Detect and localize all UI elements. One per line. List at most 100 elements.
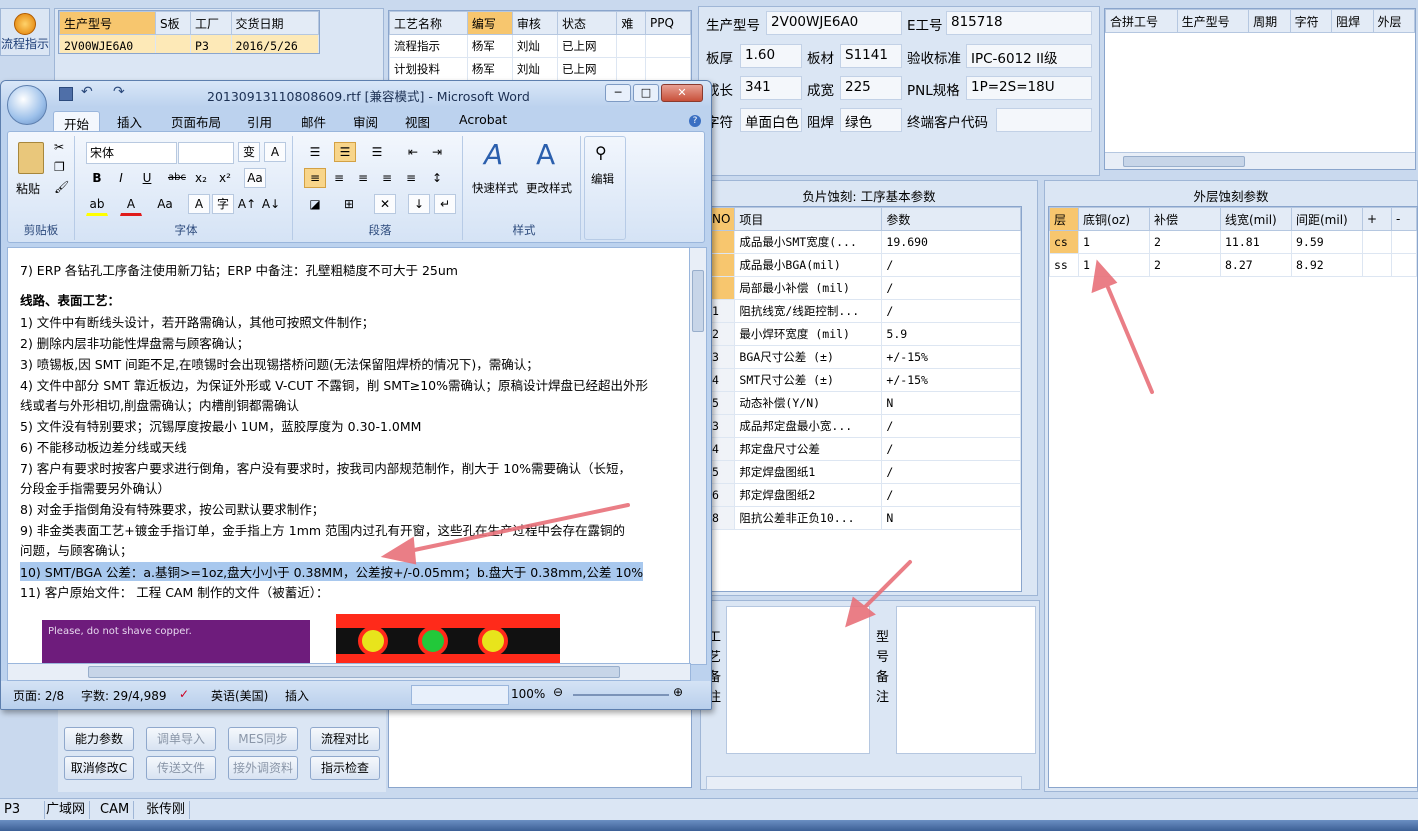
table-row[interactable]: 5 动态补偿(Y/N) N [707,391,1021,415]
font-name-select[interactable]: 宋体 [86,142,177,164]
table-row[interactable]: 1 阻抗线宽/线距控制... / [707,299,1021,323]
col-date[interactable]: 交货日期 [230,11,319,35]
document-page[interactable]: 7) ERP 各钻孔工序备注使用新刀钻；ERP 中备注：孔壁粗糙度不可大于 25… [7,247,691,665]
tab-acrobat[interactable]: Acrobat [459,112,507,127]
process-note-box[interactable] [726,606,870,754]
insert-mode[interactable]: 插入 [285,687,309,704]
help-icon[interactable]: ? [689,115,701,127]
sort-icon[interactable]: ↓ [408,194,430,214]
col-model[interactable]: 生产型号 [59,11,156,35]
page-count[interactable]: 页面: 2/8 [13,687,64,704]
borders-icon[interactable]: ⊞ [338,194,360,214]
minimize-button[interactable]: ─ [605,84,631,102]
bullets-icon[interactable]: ☰ [304,142,326,162]
table-row[interactable]: 成品最小SMT宽度(... 19.690 [707,230,1021,254]
horizontal-scrollbar[interactable] [7,663,691,681]
align-left-icon[interactable]: ≡ [304,168,326,188]
col-factory[interactable]: 工厂 [190,11,232,35]
tab-mailings[interactable]: 邮件 [301,112,326,131]
taskbar-user[interactable]: 张传刚 [142,801,191,819]
chinese-layout-icon[interactable]: ✕ [374,194,396,214]
superscript-icon[interactable]: x² [214,168,236,188]
table-row[interactable]: 成品最小BGA(mil) / [707,253,1021,277]
subscript-icon[interactable]: x₂ [190,168,212,188]
increase-indent-icon[interactable]: ⇥ [426,142,448,162]
standard-field[interactable]: IPC-6012 II级 [966,44,1092,68]
external-data-button[interactable]: 接外调资料 [228,756,298,780]
char-shading-icon[interactable]: A [188,194,210,214]
shading-icon[interactable]: ◪ [304,194,326,214]
format-painter-icon[interactable]: 🖌 [54,180,69,194]
maximize-button[interactable]: □ [633,84,659,102]
line-spacing-icon[interactable]: ↕ [426,168,448,188]
table-row[interactable]: 6 邦定焊盘图纸2/ [707,483,1021,507]
table-row[interactable]: 2V00WJE6A0 P3 2016/5/26 [59,34,319,53]
table-row[interactable]: 流程指示 杨军 刘灿 已上网 [389,34,691,58]
word-count[interactable]: 字数: 29/4,989 [81,687,167,704]
table-row[interactable]: 局部最小补偿 (mil) / [707,276,1021,300]
shrink-icon[interactable]: A↓ [260,194,282,214]
font-case-icon[interactable]: Aa [154,194,176,214]
word-titlebar[interactable]: ↶ ↷ 20130913110808609.rtf [兼容模式] - Micro… [1,81,711,125]
paste-icon[interactable] [18,142,44,174]
proofing-icon[interactable]: ✓ [179,687,189,701]
send-file-button[interactable]: 传送文件 [146,756,216,780]
justify-icon[interactable]: ≡ [376,168,398,188]
close-button[interactable]: ✕ [661,84,703,102]
quick-styles-label[interactable]: 快速样式 [472,180,518,196]
strikethrough-icon[interactable]: abc [166,168,188,188]
grow-font-icon[interactable]: 变 [238,142,260,162]
bold-icon[interactable]: B [86,168,108,188]
show-marks-icon[interactable]: ↵ [434,194,456,214]
width-field[interactable]: 225 [840,76,902,100]
table-row[interactable]: 5 邦定焊盘图纸1/ [707,460,1021,484]
pnl-field[interactable]: 1P=2S=18U [966,76,1092,100]
notes-hscroll[interactable] [706,776,1022,790]
paste-label[interactable]: 粘贴 [16,180,40,197]
language[interactable]: 英语(美国) [211,687,268,704]
table-row[interactable]: 4 SMT尺寸公差 (±) +/-15% [707,368,1021,392]
font-size-select[interactable] [178,142,234,164]
thick-field[interactable]: 1.60 [740,44,802,68]
e-field[interactable]: 815718 [946,11,1092,35]
zoom-level[interactable]: 100% [511,687,545,701]
table-row[interactable]: 3 成品邦定盘最小宽... / [707,414,1021,438]
flow-compare-button[interactable]: 流程对比 [310,727,380,751]
tab-layout[interactable]: 页面布局 [171,112,221,131]
view-buttons[interactable] [411,685,509,705]
table-row[interactable]: 3 BGA尺寸公差 (±) +/-15% [707,345,1021,369]
indication-check-button[interactable]: 指示检查 [310,756,380,780]
highlight-icon[interactable]: ab [86,194,108,216]
tab-references[interactable]: 引用 [247,112,272,131]
tab-insert[interactable]: 插入 [117,112,142,131]
font-color-icon[interactable]: A [120,194,142,216]
taskbar-factory[interactable]: P3 [0,801,45,819]
change-case-icon[interactable]: Aa [244,168,266,188]
vertical-scrollbar[interactable] [689,247,707,665]
length-field[interactable]: 341 [740,76,802,100]
table-row[interactable]: ss 1 2 8.27 8.92 [1049,253,1417,277]
char-field[interactable]: 单面白色 [740,108,802,132]
model-note-box[interactable] [896,606,1036,754]
underline-icon[interactable]: U [136,168,158,188]
customer-field[interactable] [996,108,1092,132]
import-order-button[interactable]: 调单导入 [146,727,216,751]
capability-params-button[interactable]: 能力参数 [64,727,134,751]
model-field[interactable]: 2V00WJE6A0 [766,11,902,35]
redo-icon[interactable]: ↷ [113,84,125,100]
grow-icon[interactable]: A↑ [236,194,258,214]
clear-format-icon[interactable]: A [264,142,286,162]
decrease-indent-icon[interactable]: ⇤ [402,142,424,162]
edit-group[interactable]: ⚲ 编辑 [584,136,626,240]
table-row[interactable]: cs 1 2 11.81 9.59 [1049,230,1417,254]
combine-hscroll[interactable] [1105,152,1415,169]
material-field[interactable]: S1141 [840,44,902,68]
change-styles-label[interactable]: 更改样式 [526,180,572,196]
cut-icon[interactable]: ✂ [54,140,64,154]
numbering-icon[interactable]: ☰ [334,142,356,162]
tab-view[interactable]: 视图 [405,112,430,131]
save-icon[interactable] [59,87,73,101]
enclose-char-icon[interactable]: 字 [212,194,234,214]
zoom-out-icon[interactable]: ⊖ [553,685,563,699]
distribute-icon[interactable]: ≡ [400,168,422,188]
